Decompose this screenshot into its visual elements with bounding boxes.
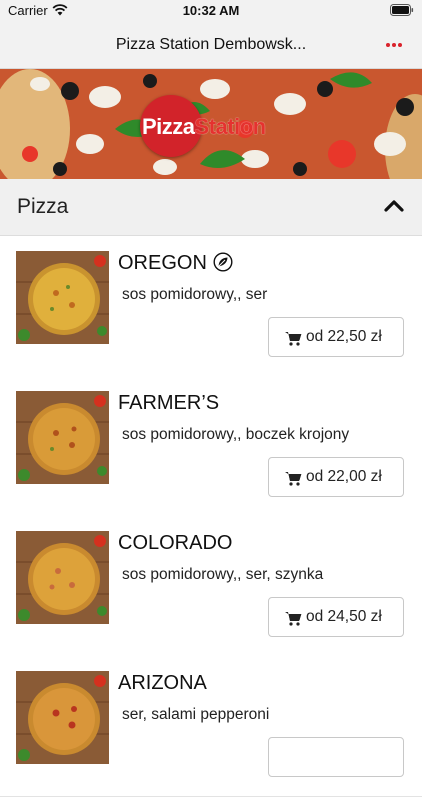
- battery-icon: [390, 4, 414, 16]
- item-name: COLORADO: [118, 532, 233, 554]
- item-description: sos pomidorowy,, boczek krojony: [122, 426, 350, 443]
- menu-item[interactable]: OREGON sos pomidorowy,, ser od 22,50 zł: [0, 236, 422, 377]
- pizza-thumbnail: [16, 391, 109, 484]
- navigation-bar: Pizza Station Dembowsk...: [0, 22, 422, 69]
- add-to-cart-button[interactable]: [268, 737, 404, 777]
- item-name: ARIZONA: [118, 672, 207, 694]
- restaurant-banner-image: PizzaStation: [0, 69, 422, 179]
- vegetarian-leaf-icon: [213, 252, 233, 272]
- item-name: OREGON: [118, 252, 207, 274]
- chevron-up-icon[interactable]: [384, 198, 404, 212]
- add-to-cart-button[interactable]: od 22,00 zł: [268, 457, 404, 497]
- price-label: od 22,00 zł: [306, 468, 382, 485]
- pizza-station-logo: PizzaStation: [140, 93, 286, 157]
- item-description: sos pomidorowy,, ser, szynka: [122, 566, 324, 583]
- restaurant-title: Pizza Station Dembowsk...: [115, 36, 307, 53]
- cart-icon: [285, 332, 302, 346]
- menu-item[interactable]: ARIZONA ser, salami pepperoni: [0, 656, 422, 797]
- pizza-thumbnail: [16, 251, 109, 344]
- price-label: od 24,50 zł: [306, 608, 382, 625]
- pizza-thumbnail: [16, 531, 109, 624]
- category-header-pizza[interactable]: Pizza: [0, 179, 422, 236]
- price-label: od 22,50 zł: [306, 328, 382, 345]
- category-title: Pizza: [17, 195, 69, 218]
- add-to-cart-button[interactable]: od 22,50 zł: [268, 317, 404, 357]
- pizza-thumbnail: [16, 671, 109, 764]
- cart-icon: [285, 612, 302, 626]
- item-name: FARMER’S: [118, 392, 220, 414]
- item-description: sos pomidorowy,, ser: [122, 286, 268, 303]
- logo-text-pizza: Pizza: [142, 114, 195, 139]
- more-dots-icon[interactable]: [384, 36, 404, 52]
- add-to-cart-button[interactable]: od 24,50 zł: [268, 597, 404, 637]
- logo-text-station: Station: [194, 114, 267, 139]
- menu-item[interactable]: FARMER’S sos pomidorowy,, boczek krojony…: [0, 376, 422, 517]
- clock-time: 10:32 AM: [182, 3, 240, 18]
- menu-item[interactable]: COLORADO sos pomidorowy,, ser, szynka od…: [0, 516, 422, 657]
- status-bar: Carrier 10:32 AM: [0, 0, 422, 22]
- item-description: ser, salami pepperoni: [122, 706, 270, 723]
- cart-icon: [285, 472, 302, 486]
